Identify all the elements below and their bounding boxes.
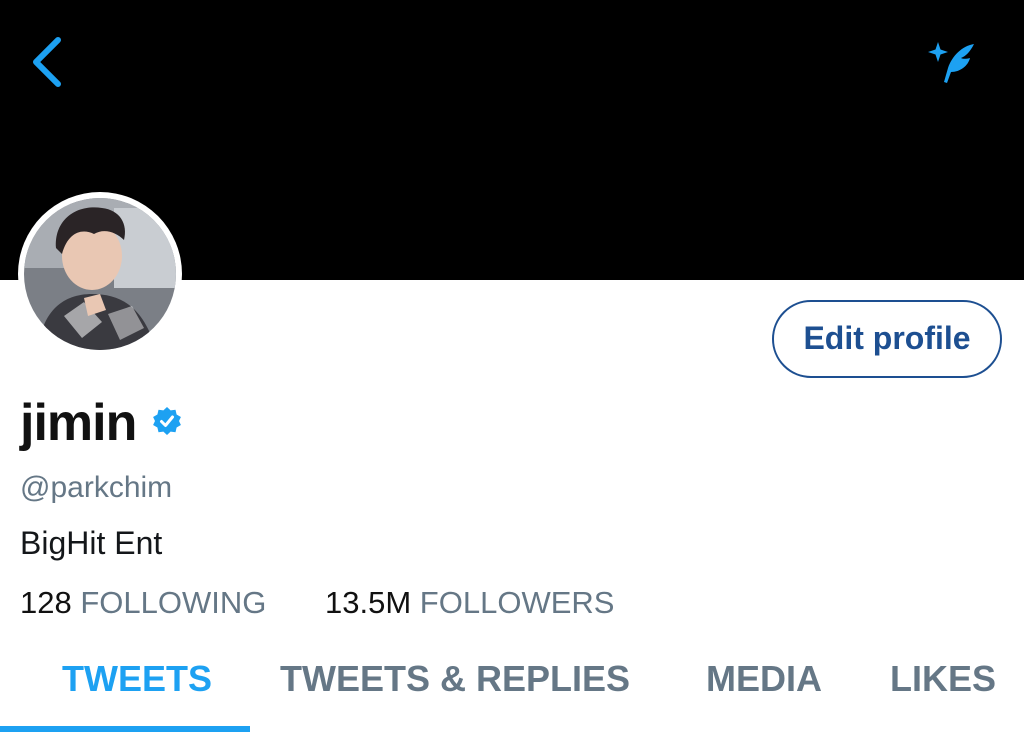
tab-likes[interactable]: LIKES bbox=[890, 654, 996, 704]
tab-tweets-and-replies[interactable]: TWEETS & REPLIES bbox=[280, 654, 630, 704]
compose-tweet-icon bbox=[928, 42, 974, 83]
profile-stats: 128 FOLLOWING 13.5M FOLLOWERS bbox=[20, 582, 614, 624]
profile-handle: @parkchim bbox=[20, 471, 173, 504]
display-name: jimin bbox=[20, 394, 137, 452]
active-tab-indicator bbox=[0, 726, 250, 732]
back-button[interactable] bbox=[24, 30, 76, 94]
following-label: FOLLOWING bbox=[80, 585, 267, 620]
avatar[interactable] bbox=[18, 192, 182, 356]
edit-profile-button[interactable]: Edit profile bbox=[772, 300, 1002, 378]
followers-stat[interactable]: 13.5M FOLLOWERS bbox=[325, 582, 614, 624]
following-stat[interactable]: 128 FOLLOWING bbox=[20, 582, 266, 624]
followers-label: FOLLOWERS bbox=[419, 585, 615, 620]
tab-tweets[interactable]: TWEETS bbox=[62, 654, 212, 704]
chevron-left-icon bbox=[33, 37, 61, 87]
verified-badge-icon bbox=[152, 406, 182, 436]
profile-screen: Edit profile jimin @parkchim BigHit Ent … bbox=[0, 0, 1024, 734]
tab-media[interactable]: MEDIA bbox=[706, 654, 822, 704]
compose-tweet-button[interactable] bbox=[922, 34, 984, 92]
avatar-photo bbox=[24, 198, 176, 350]
followers-count: 13.5M bbox=[325, 585, 412, 620]
following-count: 128 bbox=[20, 585, 72, 620]
avatar-image bbox=[24, 198, 176, 350]
profile-bio: BigHit Ent bbox=[20, 525, 163, 561]
profile-tabs: TWEETS TWEETS & REPLIES MEDIA LIKES bbox=[0, 640, 1024, 734]
